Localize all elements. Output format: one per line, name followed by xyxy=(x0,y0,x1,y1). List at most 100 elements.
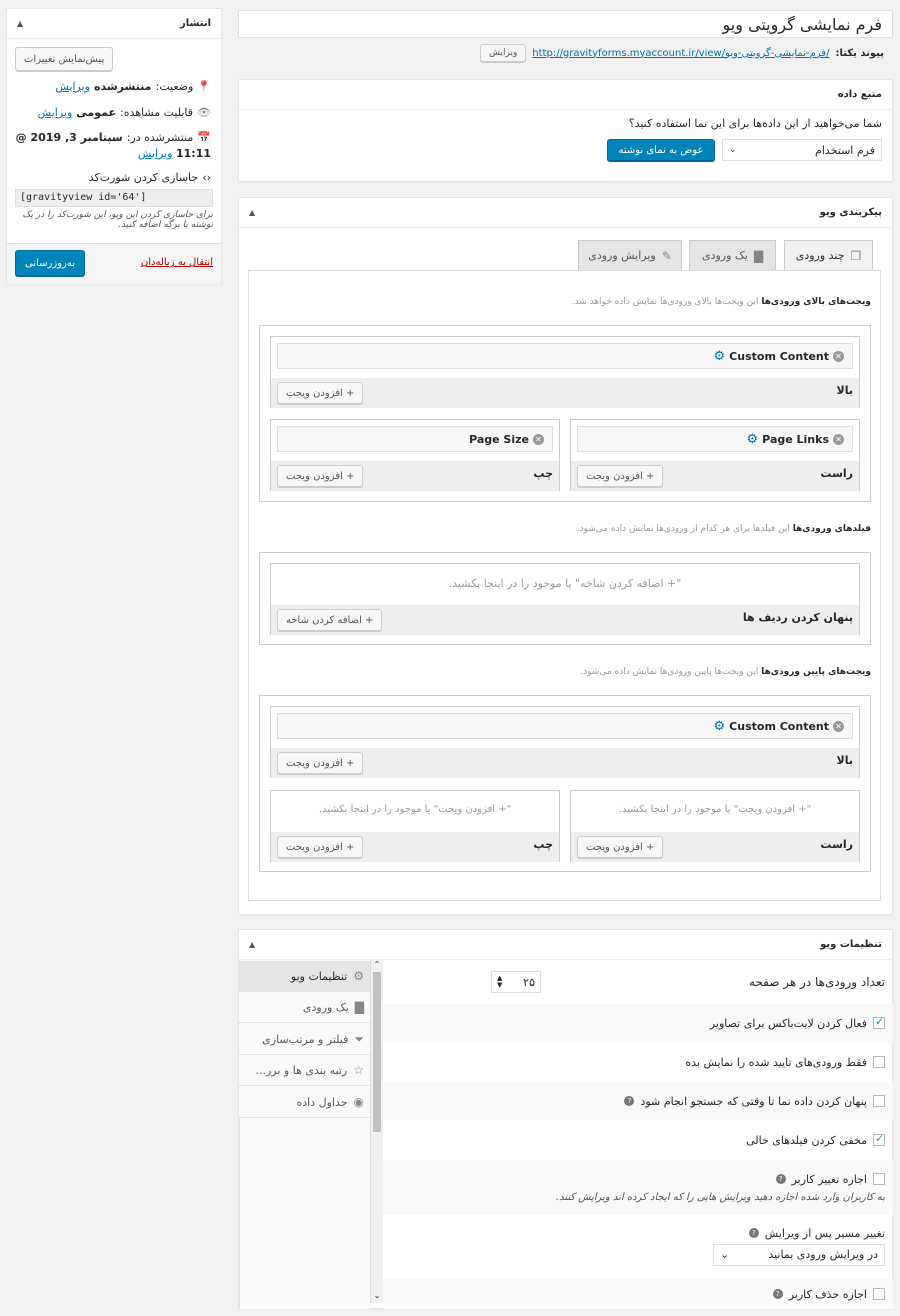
remove-icon[interactable]: ✕ xyxy=(833,720,844,732)
visibility-row: 👁 قابلیت مشاهده: عمومی ویرایش xyxy=(38,106,211,119)
code-icon: ‹› xyxy=(202,171,211,184)
tab-label: یک ورودی xyxy=(701,249,748,262)
user-edit-checkbox[interactable] xyxy=(873,1173,885,1185)
trash-link[interactable]: انتقال به زباله‌دان xyxy=(141,257,213,268)
remove-icon[interactable]: ✕ xyxy=(833,350,844,362)
published-label: منتشرشده در: xyxy=(126,131,194,144)
embed-row: ‹› جاسازی کردن شورت‌کد xyxy=(89,171,211,184)
help-icon[interactable]: ? xyxy=(775,1174,786,1184)
add-widget-button[interactable]: + افزودن ویجت xyxy=(277,465,364,487)
edit-icon: ✎ xyxy=(661,248,672,263)
collapse-icon[interactable]: ▲ xyxy=(249,208,255,217)
custom-content-widget[interactable]: ⚙ Custom Content ✕ xyxy=(277,713,853,739)
page-size-widget[interactable]: Page Size ✕ xyxy=(277,426,553,452)
settings-nav-filter[interactable]: ⏷ فیلتر و مرتب‌سازی xyxy=(239,1024,370,1055)
switch-view-button[interactable]: عوض به نمای نوشته xyxy=(607,139,715,161)
published-row: 📅 منتشرشده در: سپتامبر 3, 2019 @ 11:11 ویر… xyxy=(15,131,211,160)
add-widget-button[interactable]: + افزودن ویجت xyxy=(277,836,364,858)
embed-label: جاسازی کردن شورت‌کد xyxy=(88,171,199,184)
hide-until-row: پنهان کردن داده نما تا وقتی که جستجو انج… xyxy=(383,1082,893,1120)
gear-icon[interactable]: ⚙ xyxy=(747,432,759,447)
collapse-icon[interactable]: ▲ xyxy=(17,19,23,28)
hide-until-checkbox[interactable] xyxy=(873,1095,885,1107)
settings-nav-datatables[interactable]: ◉ جداول داده xyxy=(239,1087,370,1118)
published-edit-link[interactable]: ویرایش xyxy=(138,147,173,160)
tab-single-entry[interactable]: ▇ یک ورودی xyxy=(689,240,776,271)
fields-text: این فیلدها برای هر کدام از ورودی‌ها نمای… xyxy=(576,524,790,534)
update-button[interactable]: به‌روزرسانی xyxy=(15,250,85,276)
shortcode-input[interactable]: [gravityview id='64'] xyxy=(15,189,213,207)
published-time: 11:11 xyxy=(175,147,211,160)
datasource-box: منبع داده شما می‌خواهید از این داده‌ها ب… xyxy=(238,79,893,182)
remove-icon[interactable]: ✕ xyxy=(833,433,844,445)
user-delete-label: اجازه حذف کاربر xyxy=(788,1287,867,1301)
tab-edit-entry[interactable]: ✎ ویرایش ورودی xyxy=(578,240,682,271)
user-edit-row: اجازه تغییر کاربر? به کاربران وارد شده ا… xyxy=(383,1160,893,1215)
permalink-edit-button[interactable]: ویرایش xyxy=(480,44,527,62)
settings-nav-ratings[interactable]: ☆ رتبه بندی ها و برر... xyxy=(239,1055,370,1086)
visibility-edit-link[interactable]: ویرایش xyxy=(38,106,73,119)
page-size-value: ۲۵ xyxy=(523,975,535,989)
scroll-thumb[interactable] xyxy=(373,972,381,1132)
calendar-icon: 📅 xyxy=(197,131,211,144)
filter-icon: ⏷ xyxy=(354,1031,364,1046)
help-icon[interactable]: ? xyxy=(748,1228,759,1238)
remove-icon[interactable]: ✕ xyxy=(533,433,544,445)
scroll-down-icon[interactable]: ⌄ xyxy=(371,1291,383,1303)
add-field-button[interactable]: + اضافه کردن شاخه xyxy=(277,609,383,631)
collapse-icon[interactable]: ▲ xyxy=(249,940,255,949)
area-label-right: راست xyxy=(820,838,853,851)
above-top-area: ⚙ Custom Content ✕ بالا + افزودن ویجت xyxy=(270,336,860,408)
page-size-input[interactable]: ▲ ▼ ۲۵ xyxy=(491,971,541,993)
approved-label: فقط ورودی‌های تایید شده را نمایش بده xyxy=(685,1055,867,1069)
user-delete-checkbox[interactable] xyxy=(873,1288,885,1300)
help-icon[interactable]: ? xyxy=(624,1096,635,1106)
settings-nav-view[interactable]: ⚙ تنظیمات ویو xyxy=(239,961,370,992)
add-widget-button[interactable]: + افزودن ویجت xyxy=(577,465,664,487)
page-links-widget[interactable]: ⚙ Page Links ✕ xyxy=(577,426,853,452)
chevron-down-icon: ⌄ xyxy=(729,145,737,155)
custom-content-widget[interactable]: ⚙ Custom Content ✕ xyxy=(277,343,853,369)
published-date: سپتامبر 3, 2019 @ xyxy=(15,131,123,144)
settings-scrollbar[interactable]: ⌃ ⌄ xyxy=(370,960,383,1303)
area-label-top: بالا xyxy=(836,754,853,767)
fields-placeholder: "+ اضافه کردن شاخه" یا موجود را در اینجا… xyxy=(448,577,682,590)
add-widget-button[interactable]: + افزودن ویجت xyxy=(277,752,364,774)
help-icon[interactable]: ? xyxy=(772,1289,783,1299)
lightbox-label: فعال کردن لایت‌باکس برای تصاویر xyxy=(709,1016,867,1030)
tab-multiple-entries[interactable]: ❐ چند ورودی xyxy=(784,240,873,271)
gear-icon[interactable]: ⚙ xyxy=(714,719,726,734)
add-widget-button[interactable]: + افزودن ویجت xyxy=(277,382,364,404)
status-edit-link[interactable]: ویرایش xyxy=(55,80,90,93)
hide-empty-checkbox[interactable] xyxy=(873,1132,885,1146)
redirect-row: تغییر مسیر پس از ویرایش? در ویرایش ورودی… xyxy=(383,1222,893,1270)
lightbox-row: فعال کردن لایت‌باکس برای تصاویر xyxy=(383,1004,893,1042)
config-header: پیکربندی ویو ▲ xyxy=(239,198,892,228)
widget-label: Custom Content xyxy=(729,719,829,733)
permalink-url[interactable]: http://gravityforms.myaccount.ir/view/فر… xyxy=(532,48,829,59)
above-desc: ویجت‌های بالای ورودی‌ها این ویجت‌ها بالا… xyxy=(572,297,871,307)
stepper-icon[interactable]: ▲ ▼ xyxy=(497,975,502,989)
redirect-label: تغییر مسیر پس از ویرایش xyxy=(764,1226,885,1240)
settings-nav-single[interactable]: ▇ یک ورودی xyxy=(239,992,370,1023)
form-select[interactable]: فرم استخدام ⌄ xyxy=(722,139,882,161)
preview-changes-button[interactable]: پیش‌نمایش تغییرات xyxy=(15,47,114,71)
gear-icon[interactable]: ⚙ xyxy=(714,349,726,364)
lightbox-checkbox[interactable] xyxy=(873,1015,885,1029)
user-edit-label: اجازه تغییر کاربر xyxy=(791,1172,867,1186)
redirect-select[interactable]: در ویرایش ورودی بمانید ⌄ xyxy=(713,1243,885,1266)
title-input[interactable]: فرم نمایشی گرویتی ویو xyxy=(238,10,893,38)
star-icon: ☆ xyxy=(353,1063,364,1077)
approved-checkbox[interactable] xyxy=(873,1056,885,1068)
pin-icon: 📍 xyxy=(197,80,211,93)
above-left-area: Page Size ✕ چپ + افزودن ویجت xyxy=(270,419,560,491)
form-select-value: فرم استخدام xyxy=(815,143,875,157)
below-left-area: "+ افزودن ویجت" یا موجود را در اینجا بکش… xyxy=(270,790,560,862)
permalink-row: پیوند یکتا: http://gravityforms.myaccoun… xyxy=(480,44,884,62)
datasource-title: منبع داده xyxy=(837,89,882,100)
hide-empty-label: مخفی کردن فیلدهای خالی xyxy=(746,1133,867,1147)
add-widget-button[interactable]: + افزودن ویجت xyxy=(577,836,664,858)
hide-until-label: پنهان کردن داده نما تا وقتی که جستجو انج… xyxy=(640,1094,867,1108)
above-text: این ویجت‌ها بالای ورودی‌ها نمایش داده خو… xyxy=(571,297,759,307)
scroll-up-icon[interactable]: ⌃ xyxy=(371,960,383,972)
